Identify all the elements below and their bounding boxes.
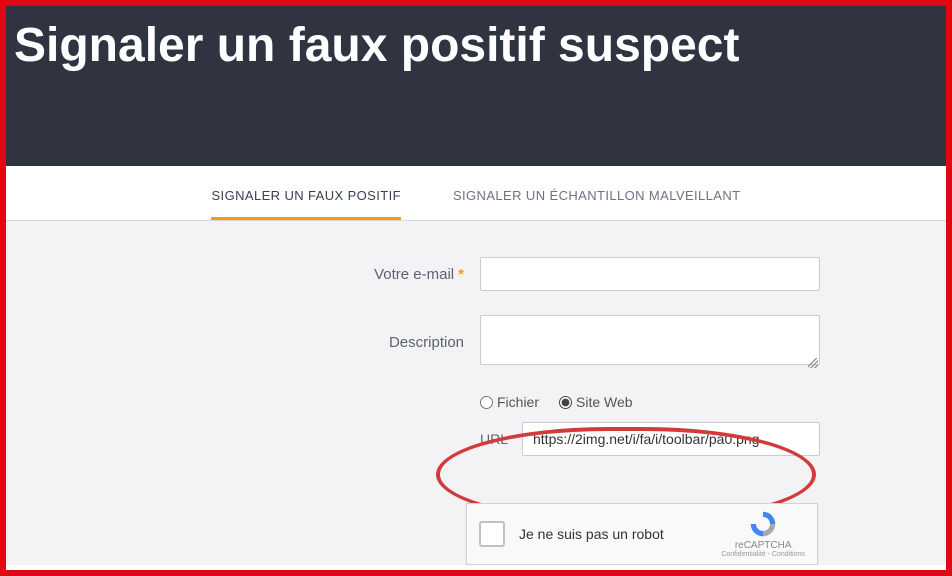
tab-malware-sample[interactable]: SIGNALER UN ÉCHANTILLON MALVEILLANT [453,188,741,220]
tab-false-positive[interactable]: SIGNALER UN FAUX POSITIF [211,188,400,220]
recaptcha-text: Je ne suis pas un robot [519,526,721,542]
email-label: Votre e-mail* [50,266,480,283]
recaptcha-widget[interactable]: Je ne suis pas un robot reCAPTCHA Confid… [466,503,818,565]
radio-file[interactable]: Fichier [480,394,539,410]
recaptcha-logo: reCAPTCHA Confidentialité - Conditions [721,510,805,558]
recaptcha-checkbox[interactable] [479,521,505,547]
page-title: Signaler un faux positif suspect [14,18,946,73]
description-field[interactable] [480,315,820,365]
description-label: Description [50,334,480,351]
recaptcha-icon [748,510,778,538]
resize-grip-icon[interactable] [808,358,818,368]
annotated-frame: Signaler un faux positif suspect SIGNALE… [0,0,952,576]
required-asterisk: * [458,266,464,283]
url-label: URL [480,431,510,447]
email-field[interactable] [480,257,820,291]
tabs-bar: SIGNALER UN FAUX POSITIF SIGNALER UN ÉCH… [6,166,946,221]
radio-website-input[interactable] [559,396,572,409]
page-header: Signaler un faux positif suspect [6,6,946,166]
form-body: Votre e-mail* Description Fichier [6,221,946,565]
url-field[interactable] [522,422,820,456]
radio-website[interactable]: Site Web [559,394,633,410]
radio-file-input[interactable] [480,396,493,409]
